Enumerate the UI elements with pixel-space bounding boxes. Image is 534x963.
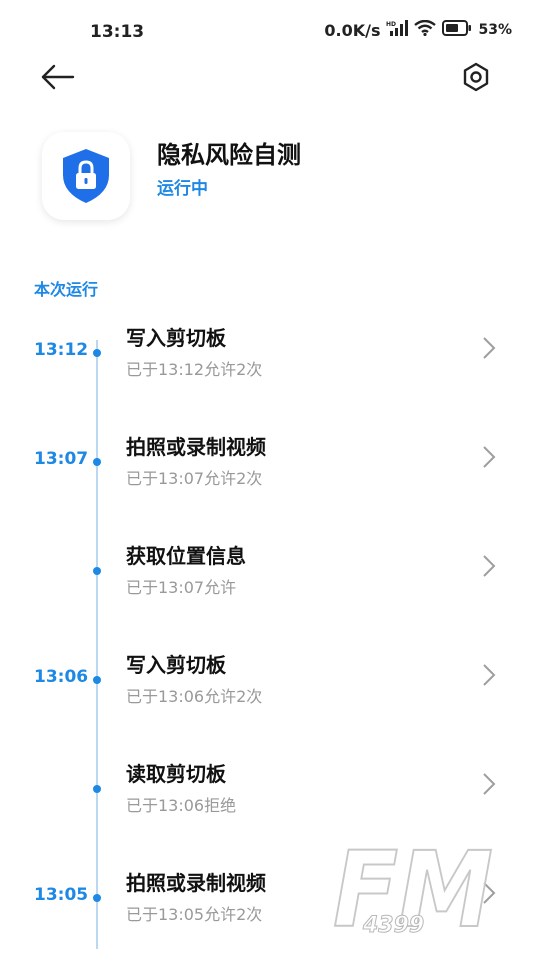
top-bar — [0, 55, 534, 100]
shield-lock-icon — [63, 149, 109, 203]
app-icon — [42, 132, 130, 220]
chevron-right-icon — [483, 773, 496, 795]
entry-subtitle: 已于13:06允许2次 — [126, 687, 263, 706]
timeline-entry[interactable]: 获取位置信息 已于13:07允许 — [0, 536, 534, 636]
timeline-dot — [93, 676, 101, 684]
app-status: 运行中 — [157, 179, 208, 199]
back-button[interactable] — [40, 61, 76, 93]
status-icons: 0.0K/s HD 53% — [324, 19, 512, 40]
timeline-entry[interactable]: 13:06 写入剪切板 已于13:06允许2次 — [0, 645, 534, 745]
section-title: 本次运行 — [34, 280, 99, 299]
back-arrow-icon — [41, 64, 75, 90]
entry-subtitle: 已于13:07允许 — [126, 578, 237, 597]
entry-subtitle: 已于13:05允许2次 — [126, 905, 263, 924]
settings-button[interactable] — [460, 61, 492, 93]
entry-title: 拍照或录制视频 — [126, 871, 266, 895]
chevron-right-icon — [483, 664, 496, 686]
entry-time: 13:12 — [34, 340, 89, 360]
timeline-dot — [93, 785, 101, 793]
app-header: 隐私风险自测 运行中 — [42, 132, 502, 222]
chevron-right-icon — [483, 446, 496, 468]
timeline-dot — [93, 349, 101, 357]
entry-subtitle: 已于13:06拒绝 — [126, 796, 237, 815]
timeline-entry[interactable]: 读取剪切板 已于13:06拒绝 — [0, 754, 534, 854]
app-name: 隐私风险自测 — [157, 141, 301, 169]
timeline-entry[interactable]: 13:05 拍照或录制视频 已于13:05允许2次 — [0, 863, 534, 963]
gear-icon — [463, 62, 489, 92]
chevron-right-icon — [483, 337, 496, 359]
network-speed: 0.0K/s — [324, 20, 381, 40]
battery-icon — [442, 20, 472, 40]
chevron-right-icon — [483, 555, 496, 577]
entry-time: 13:05 — [34, 885, 89, 905]
timeline-entry[interactable]: 13:07 拍照或录制视频 已于13:07允许2次 — [0, 427, 534, 527]
timeline-dot — [93, 567, 101, 575]
entry-title: 拍照或录制视频 — [126, 435, 266, 459]
entry-time: 13:06 — [34, 667, 89, 687]
wifi-icon — [414, 19, 437, 40]
entry-time: 13:07 — [34, 449, 89, 469]
entry-title: 获取位置信息 — [126, 544, 246, 568]
entry-subtitle: 已于13:12允许2次 — [126, 360, 263, 379]
timeline-entry[interactable]: 13:12 写入剪切板 已于13:12允许2次 — [0, 318, 534, 418]
chevron-right-icon — [483, 882, 496, 904]
timeline-dot — [93, 894, 101, 902]
entry-subtitle: 已于13:07允许2次 — [126, 469, 263, 488]
entry-title: 读取剪切板 — [126, 762, 226, 786]
signal-icon: HD — [386, 20, 409, 40]
entry-title: 写入剪切板 — [126, 653, 226, 677]
timeline-dot — [93, 458, 101, 466]
entry-title: 写入剪切板 — [126, 326, 226, 350]
status-time: 13:13 — [90, 22, 145, 42]
battery-percent: 53% — [478, 22, 512, 38]
svg-text:HD: HD — [386, 21, 396, 28]
